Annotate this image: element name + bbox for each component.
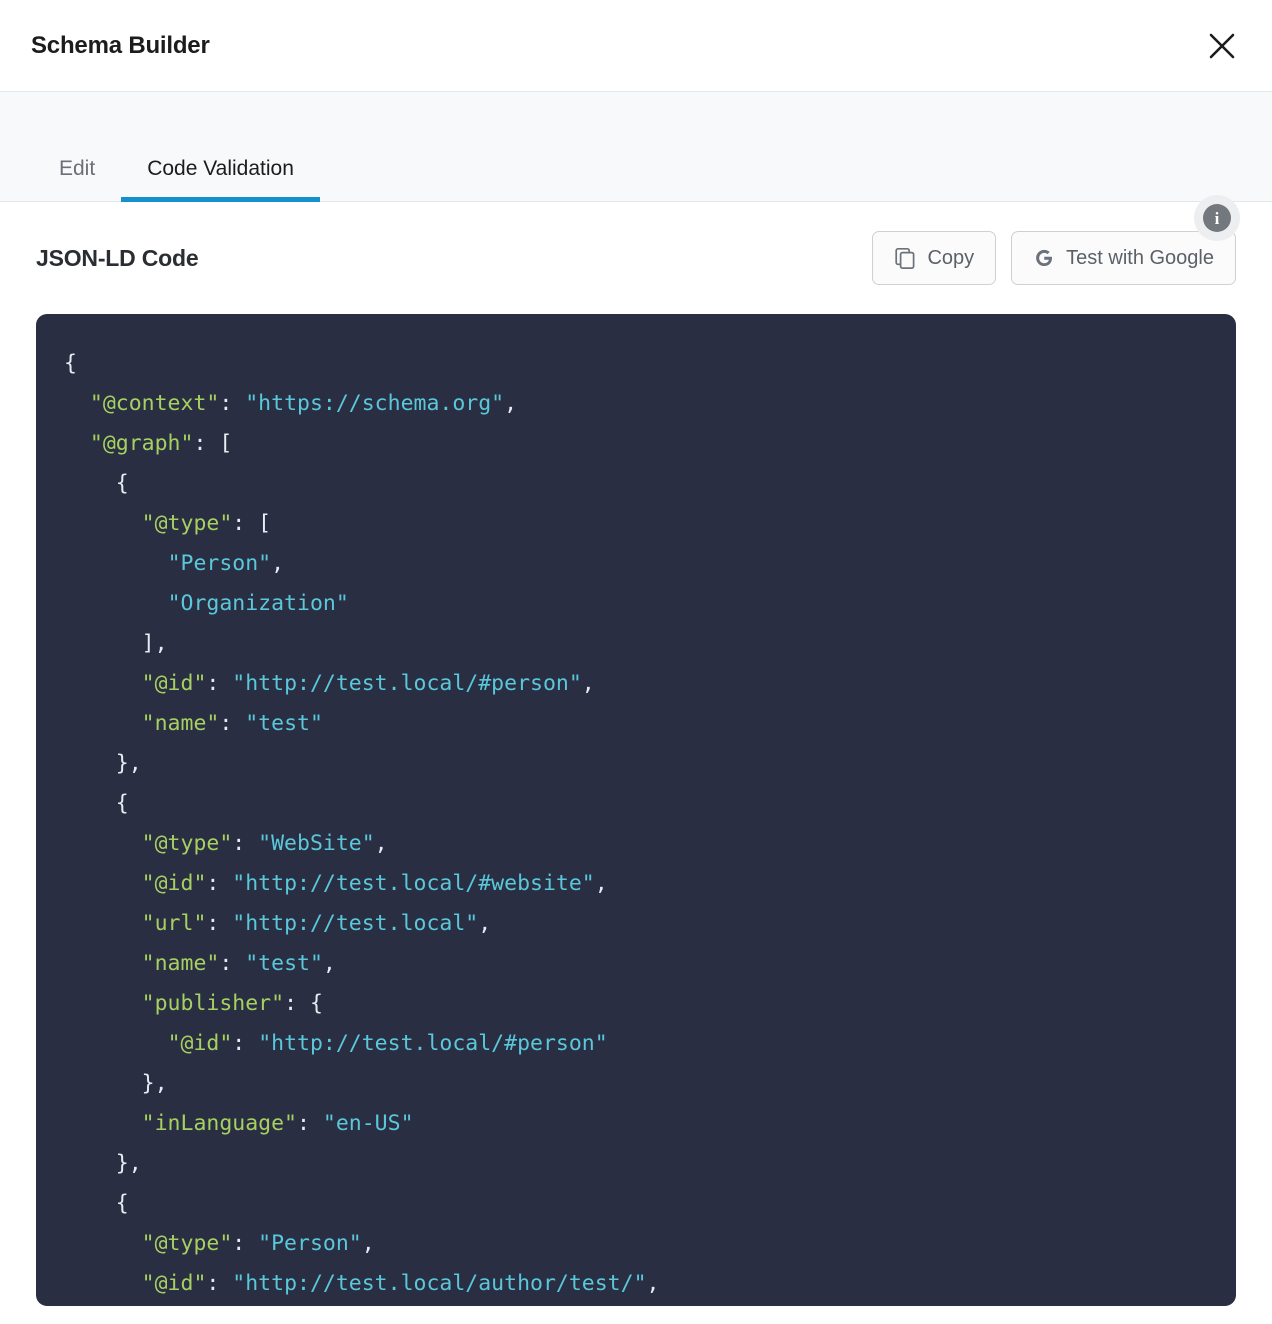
close-button[interactable] bbox=[1200, 24, 1244, 68]
main-content: JSON-LD Code Copy Test with Google {"@c… bbox=[0, 202, 1272, 1306]
tab-edit[interactable]: Edit bbox=[33, 158, 121, 201]
window-title-bar: Schema Builder bbox=[0, 0, 1272, 92]
page-title: Schema Builder bbox=[31, 31, 210, 59]
test-with-google-label: Test with Google bbox=[1066, 246, 1214, 269]
copy-button[interactable]: Copy bbox=[872, 231, 997, 285]
google-g-icon bbox=[1033, 247, 1055, 269]
test-with-google-button[interactable]: Test with Google bbox=[1011, 231, 1236, 285]
code-section-header: JSON-LD Code Copy Test with Google bbox=[36, 202, 1236, 314]
copy-icon bbox=[894, 247, 916, 269]
tab-bar: Edit Code Validation i bbox=[0, 92, 1272, 241]
info-icon: i bbox=[1203, 204, 1231, 232]
code-actions: Copy Test with Google bbox=[872, 231, 1236, 285]
json-ld-code-panel[interactable]: { "@context": "https://schema.org", "@gr… bbox=[36, 314, 1236, 1306]
tab-code-validation[interactable]: Code Validation bbox=[121, 158, 320, 202]
section-title: JSON-LD Code bbox=[36, 244, 199, 271]
info-button[interactable]: i bbox=[1194, 195, 1240, 241]
close-icon bbox=[1207, 31, 1237, 61]
copy-button-label: Copy bbox=[927, 246, 975, 269]
json-ld-code-text: { "@context": "https://schema.org", "@gr… bbox=[64, 351, 660, 1296]
